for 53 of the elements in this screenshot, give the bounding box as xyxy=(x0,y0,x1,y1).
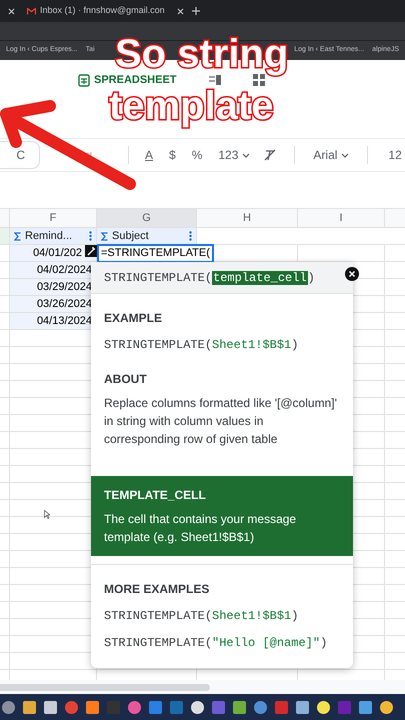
more-icon[interactable] xyxy=(189,231,192,241)
section-description: Replace columns formatted like '[@column]' in string with column values in corresponding row of given table xyxy=(104,395,338,448)
toolbar-button[interactable]: $ xyxy=(169,146,176,164)
column-header[interactable]: G xyxy=(97,209,197,227)
app-icon[interactable] xyxy=(296,700,309,714)
magic-wand-icon[interactable] xyxy=(85,245,97,257)
app-icon[interactable] xyxy=(44,700,57,714)
caret-icon xyxy=(341,152,350,158)
app-icon[interactable] xyxy=(233,700,246,714)
app-icon[interactable] xyxy=(317,700,330,714)
undo-button[interactable]: C xyxy=(0,141,40,169)
app-icon[interactable] xyxy=(128,700,141,714)
column-header[interactable]: I xyxy=(298,209,385,227)
list-icon[interactable] xyxy=(208,75,221,85)
close-icon[interactable] xyxy=(176,8,184,14)
spreadsheet-icon xyxy=(78,74,90,86)
column-header[interactable]: H xyxy=(197,209,298,227)
new-tab-icon[interactable] xyxy=(192,7,200,15)
mail-icon xyxy=(27,8,36,14)
toolbar-button[interactable]: % xyxy=(192,146,202,164)
example-formula: STRINGTEMPLATE(Sheet1!$B$1) xyxy=(104,608,300,625)
table-header-cell[interactable]: Subject xyxy=(97,228,197,244)
app-icon[interactable] xyxy=(359,700,372,714)
font-dropdown[interactable]: Arial xyxy=(313,146,350,164)
browser-tab[interactable]: Inbox (1) · fnnshow@gmail.con xyxy=(23,4,169,18)
sigma-icon xyxy=(14,232,21,240)
close-icon[interactable] xyxy=(345,267,359,281)
more-icon[interactable] xyxy=(89,231,92,241)
app-icon[interactable] xyxy=(2,700,15,714)
table-cell: 04/01/202 xyxy=(10,245,97,261)
table-header-cell[interactable]: Remind... xyxy=(10,228,97,244)
toolbar-button[interactable]: A xyxy=(145,146,154,164)
app-icon[interactable] xyxy=(86,700,99,714)
clear-format-icon[interactable] xyxy=(264,149,276,161)
example-formula: STRINGTEMPLATE(Sheet1!$B$1) xyxy=(104,337,300,354)
section-title: TEMPLATE_CELL xyxy=(104,487,207,504)
sigma-icon xyxy=(101,232,108,240)
number-format-dropdown[interactable]: 123 xyxy=(218,146,250,164)
example-formula: STRINGTEMPLATE("Hello [@name]") xyxy=(104,635,328,652)
function-signature: STRINGTEMPLATE(template_cell) xyxy=(104,270,315,286)
cursor-icon xyxy=(44,510,50,519)
section-title: MORE EXAMPLES xyxy=(104,581,210,598)
close-icon[interactable] xyxy=(8,8,15,14)
font-size-field[interactable]: 12 xyxy=(388,146,402,164)
section-title: ABOUT xyxy=(104,371,148,388)
caret-icon xyxy=(242,152,250,158)
app-title: SPREADSHEET xyxy=(94,74,177,88)
app-icon[interactable] xyxy=(23,700,36,714)
app-icon[interactable] xyxy=(380,700,393,714)
cell-editor[interactable]: =STRINGTEMPLATE( xyxy=(97,244,214,263)
section-description: The cell that contains your message template (e.g. Sheet1!$B$1) xyxy=(104,511,298,546)
app-icon[interactable] xyxy=(191,700,204,714)
section-title: EXAMPLE xyxy=(104,310,164,327)
